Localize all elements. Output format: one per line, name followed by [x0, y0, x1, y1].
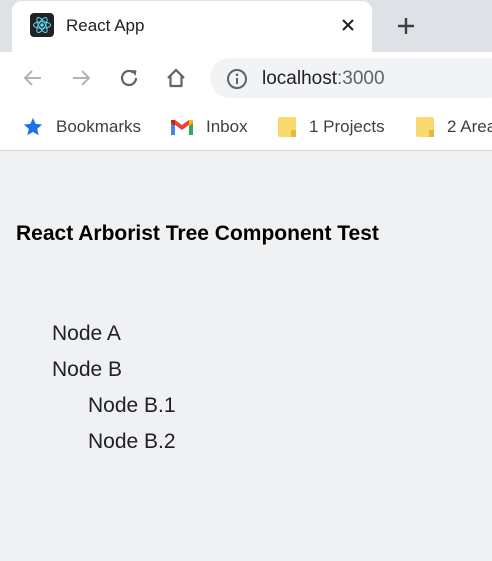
gmail-icon [171, 120, 193, 135]
tree-node-node-b[interactable]: Node B [52, 358, 122, 382]
browser-toolbar: localhost:3000 [0, 52, 492, 104]
bookmark-label: 1 Projects [309, 117, 385, 136]
page-title: React Arborist Tree Component Test [16, 222, 379, 245]
bookmark-inbox[interactable]: Inbox [170, 104, 248, 150]
folder-icon [416, 117, 434, 137]
bookmark-bookmarks[interactable]: Bookmarks [22, 104, 141, 150]
home-icon[interactable] [163, 65, 189, 91]
bookmark-2-area[interactable]: 2 Area [415, 104, 492, 150]
tab-title: React App [66, 16, 145, 35]
address-bar[interactable]: localhost:3000 [210, 58, 492, 98]
forward-arrow-icon[interactable] [68, 65, 94, 91]
star-icon [23, 117, 43, 136]
bookmarks-bar: Bookmarks Inbox 1 Projects 2 Area [0, 104, 492, 151]
url-port: :3000 [337, 68, 385, 89]
url-text: localhost:3000 [262, 68, 385, 90]
bookmark-label: Inbox [206, 117, 248, 136]
url-host: localhost [262, 68, 337, 89]
tab-strip: React App [0, 0, 492, 52]
tree-node-node-b1[interactable]: Node B.1 [88, 394, 176, 418]
bookmark-label: 2 Area [447, 117, 492, 136]
reload-icon[interactable] [116, 65, 142, 91]
close-tab-icon[interactable] [336, 13, 360, 37]
back-arrow-icon[interactable] [20, 65, 46, 91]
bookmark-1-projects[interactable]: 1 Projects [277, 104, 385, 150]
tree-node-node-b2[interactable]: Node B.2 [88, 430, 176, 454]
browser-tab[interactable]: React App [12, 1, 372, 52]
site-info-icon[interactable] [226, 68, 248, 90]
bookmark-label: Bookmarks [56, 117, 142, 136]
new-tab-button[interactable] [392, 12, 420, 40]
tree-node-node-a[interactable]: Node A [52, 322, 121, 346]
folder-icon [278, 117, 296, 137]
react-logo-icon [30, 13, 54, 37]
